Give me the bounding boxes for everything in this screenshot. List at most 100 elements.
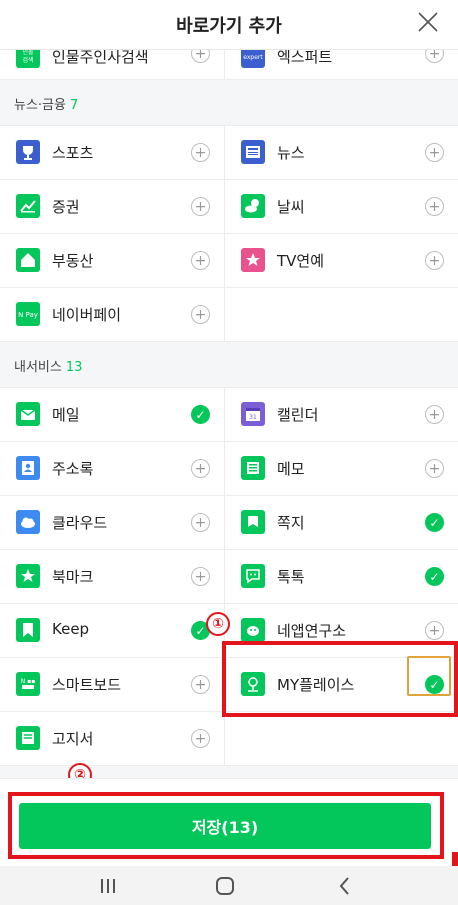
house-icon xyxy=(16,248,40,272)
svg-text:N ▪▪: N ▪▪ xyxy=(21,678,36,685)
shortcut-label: 증권 xyxy=(52,198,80,216)
list-row: 부동산 + TV연예 + xyxy=(0,234,458,288)
edge-marker xyxy=(452,852,458,866)
shortcut-item-keep[interactable]: Keep ✓ xyxy=(0,604,225,657)
close-icon[interactable] xyxy=(416,10,440,34)
shortcut-label: 엑스퍼트 xyxy=(277,50,333,66)
svg-text:N Pay: N Pay xyxy=(18,311,38,319)
shortcut-item-real-estate[interactable]: 부동산 + xyxy=(0,234,225,287)
shortcut-item-note[interactable]: 쪽지 ✓ xyxy=(225,496,458,549)
shortcut-label: 톡톡 xyxy=(277,568,305,586)
people-search-icon: 인물 검색 xyxy=(16,50,40,68)
list-row: 북마크 + 톡톡 ✓ xyxy=(0,550,458,604)
annotation-marker-1: ① xyxy=(206,612,230,636)
shortcut-label: 인물주인사검색 xyxy=(52,50,149,66)
list-row: 클라우드 + 쪽지 ✓ xyxy=(0,496,458,550)
shortcut-label: 클라우드 xyxy=(52,514,108,532)
home-icon[interactable] xyxy=(213,874,237,898)
bill-icon xyxy=(16,726,40,750)
check-circle-icon[interactable]: ✓ xyxy=(425,567,444,586)
shortcut-label: 쪽지 xyxy=(277,514,305,532)
shortcut-item-naver-pay[interactable]: N Pay 네이버페이 + xyxy=(0,288,225,341)
list-row: 인물 검색 인물주인사검색 + expert 엑스퍼트 + xyxy=(0,50,458,80)
cloud-icon xyxy=(16,510,40,534)
plus-circle-icon[interactable]: + xyxy=(425,143,444,162)
npay-icon: N Pay xyxy=(16,302,40,326)
list-row: 스포츠 + 뉴스 + xyxy=(0,126,458,180)
shortcut-item-news[interactable]: 뉴스 + xyxy=(225,126,458,179)
shortcut-item-talktalk[interactable]: 톡톡 ✓ xyxy=(225,550,458,603)
svg-text:인물: 인물 xyxy=(22,50,34,56)
shortcut-label: TV연예 xyxy=(277,252,325,270)
plus-circle-icon[interactable]: + xyxy=(191,567,210,586)
list-row: 고지서 + xyxy=(0,712,458,766)
shortcut-item-sports[interactable]: 스포츠 + xyxy=(0,126,225,179)
shortcut-item-calendar[interactable]: 31 캘린더 + xyxy=(225,388,458,441)
weather-icon xyxy=(241,194,265,218)
section-count: 13 xyxy=(65,360,83,375)
svg-text:검색: 검색 xyxy=(22,56,33,64)
plus-circle-icon[interactable]: + xyxy=(191,251,210,270)
shortcut-label: 스포츠 xyxy=(52,144,94,162)
plus-circle-icon[interactable]: + xyxy=(425,50,444,63)
shortcut-item-mail[interactable]: 메일 ✓ xyxy=(0,388,225,441)
dialog-title: 바로가기 추가 xyxy=(176,16,282,37)
plus-circle-icon[interactable]: + xyxy=(191,50,210,63)
plus-circle-icon[interactable]: + xyxy=(191,143,210,162)
calendar-icon: 31 xyxy=(241,402,265,426)
plus-circle-icon[interactable]: + xyxy=(425,621,444,640)
dialog-header: 바로가기 추가 xyxy=(0,0,458,50)
shortcut-label: 부동산 xyxy=(52,252,94,270)
section-count: 7 xyxy=(69,98,79,113)
plus-circle-icon[interactable]: + xyxy=(191,459,210,478)
empty-cell xyxy=(225,712,458,765)
shortcut-label: 날씨 xyxy=(277,198,305,216)
list-row: 메일 ✓ 31 캘린더 + xyxy=(0,388,458,442)
back-icon[interactable] xyxy=(333,874,357,898)
shortcut-item-weather[interactable]: 날씨 + xyxy=(225,180,458,233)
stock-chart-icon xyxy=(16,194,40,218)
section-name: 내서비스 xyxy=(14,360,62,375)
section-name: 뉴스·금융 xyxy=(14,98,66,113)
list-row: 주소록 + 메모 + xyxy=(0,442,458,496)
plus-circle-icon[interactable]: + xyxy=(191,305,210,324)
shortcut-label: Keep xyxy=(52,620,90,638)
note-icon xyxy=(241,510,265,534)
plus-circle-icon[interactable]: + xyxy=(191,729,210,748)
section-header-news-finance: 뉴스·금융 7 xyxy=(0,80,458,126)
shortcut-label: 네이버페이 xyxy=(52,306,122,324)
check-circle-icon[interactable]: ✓ xyxy=(191,405,210,424)
svg-text:expert: expert xyxy=(243,54,263,61)
shortcut-item-stocks[interactable]: 증권 + xyxy=(0,180,225,233)
shortcut-label: 뉴스 xyxy=(277,144,305,162)
check-circle-icon[interactable]: ✓ xyxy=(425,513,444,532)
shortcut-item-tv-entertainment[interactable]: TV연예 + xyxy=(225,234,458,287)
plus-circle-icon[interactable]: + xyxy=(191,197,210,216)
shortcut-label: 북마크 xyxy=(52,568,94,586)
plus-circle-icon[interactable]: + xyxy=(191,513,210,532)
chat-icon xyxy=(241,564,265,588)
recent-apps-icon[interactable] xyxy=(96,874,120,898)
shortcut-item[interactable]: expert 엑스퍼트 + xyxy=(225,50,458,79)
plus-circle-icon[interactable]: + xyxy=(191,675,210,694)
expert-icon: expert xyxy=(241,50,265,68)
empty-cell xyxy=(225,288,458,341)
shortcut-label: 캘린더 xyxy=(277,406,319,424)
plus-circle-icon[interactable]: + xyxy=(425,405,444,424)
plus-circle-icon[interactable]: + xyxy=(425,197,444,216)
section-header-my-services: 내서비스 13 xyxy=(0,342,458,388)
shortcut-item[interactable]: 인물 검색 인물주인사검색 + xyxy=(0,50,225,79)
plus-circle-icon[interactable]: + xyxy=(425,459,444,478)
trophy-icon xyxy=(16,140,40,164)
shortcut-item-contacts[interactable]: 주소록 + xyxy=(0,442,225,495)
plus-circle-icon[interactable]: + xyxy=(425,251,444,270)
smartboard-icon: N ▪▪ xyxy=(16,672,40,696)
shortcut-item-bill[interactable]: 고지서 + xyxy=(0,712,225,765)
shortcut-item-smartboard[interactable]: N ▪▪ 스마트보드 + xyxy=(0,658,225,711)
bookmark-star-icon xyxy=(16,564,40,588)
shortcut-item-bookmark[interactable]: 북마크 + xyxy=(0,550,225,603)
shortcut-item-cloud[interactable]: 클라우드 + xyxy=(0,496,225,549)
shortcut-label: 메모 xyxy=(277,460,305,478)
shortcut-label: 네앱연구소 xyxy=(277,622,347,640)
shortcut-item-memo[interactable]: 메모 + xyxy=(225,442,458,495)
